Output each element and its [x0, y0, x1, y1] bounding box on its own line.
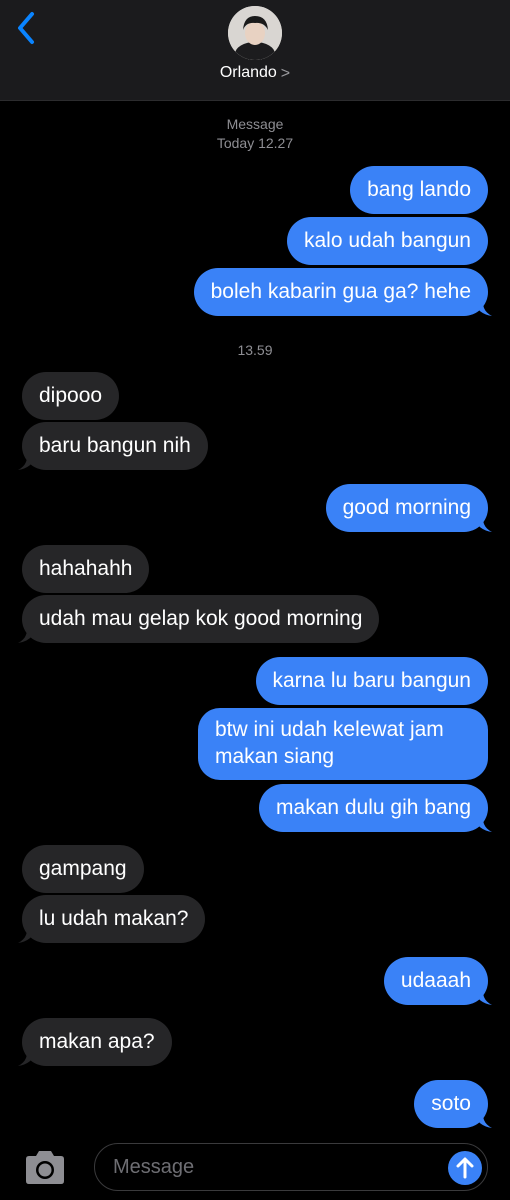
back-button[interactable]	[12, 10, 42, 46]
outgoing-message[interactable]: bang lando	[350, 166, 488, 214]
bubble-tail	[474, 1108, 492, 1128]
bubble-tail	[474, 985, 492, 1005]
incoming-message[interactable]: baru bangun nih	[22, 422, 208, 470]
outgoing-message[interactable]: karna lu baru bangun	[255, 657, 488, 705]
bubble-tail	[18, 623, 36, 643]
first-timestamp: Today 12.27	[216, 135, 294, 151]
outgoing-message[interactable]: good morning	[325, 484, 488, 532]
incoming-message[interactable]: hahahahh	[22, 545, 150, 593]
incoming-message[interactable]: dipooo	[22, 372, 120, 420]
thread-label: Message	[226, 116, 284, 132]
incoming-message[interactable]: makan apa?	[22, 1018, 172, 1066]
contact-name: Orlando	[219, 64, 277, 81]
bubble-tail	[474, 812, 492, 832]
second-timestamp: 13.59	[237, 342, 273, 358]
bubble-tail	[474, 296, 492, 316]
chevron-left-icon	[18, 12, 34, 44]
bubble-tail	[18, 923, 36, 943]
chevron-right-icon: >	[280, 65, 291, 82]
incoming-message[interactable]: lu udah makan?	[22, 895, 206, 943]
outgoing-message[interactable]: udaaah	[383, 957, 488, 1005]
composer-bar	[0, 1136, 510, 1200]
outgoing-message[interactable]: boleh kabarin gua ga? hehe	[193, 268, 488, 316]
bubble-tail	[18, 450, 36, 470]
camera-button[interactable]	[22, 1150, 68, 1186]
outgoing-message[interactable]: makan dulu gih bang	[259, 784, 488, 832]
outgoing-message[interactable]: btw ini udah kelewat jam makan siang	[198, 708, 488, 780]
outgoing-message[interactable]: kalo udah bangun	[287, 217, 488, 265]
message-input[interactable]	[94, 1143, 488, 1191]
contact-avatar[interactable]	[228, 6, 282, 60]
conversation-header: Orlando >	[0, 0, 510, 101]
bubble-tail	[18, 1046, 36, 1066]
contact-name-button[interactable]: Orlando >	[0, 64, 510, 83]
camera-icon	[26, 1151, 64, 1184]
arrow-up-icon	[456, 1157, 474, 1179]
incoming-message[interactable]: gampang	[22, 845, 144, 893]
incoming-message[interactable]: udah mau gelap kok good morning	[22, 595, 380, 643]
bubble-tail	[474, 512, 492, 532]
send-button[interactable]	[448, 1151, 482, 1185]
